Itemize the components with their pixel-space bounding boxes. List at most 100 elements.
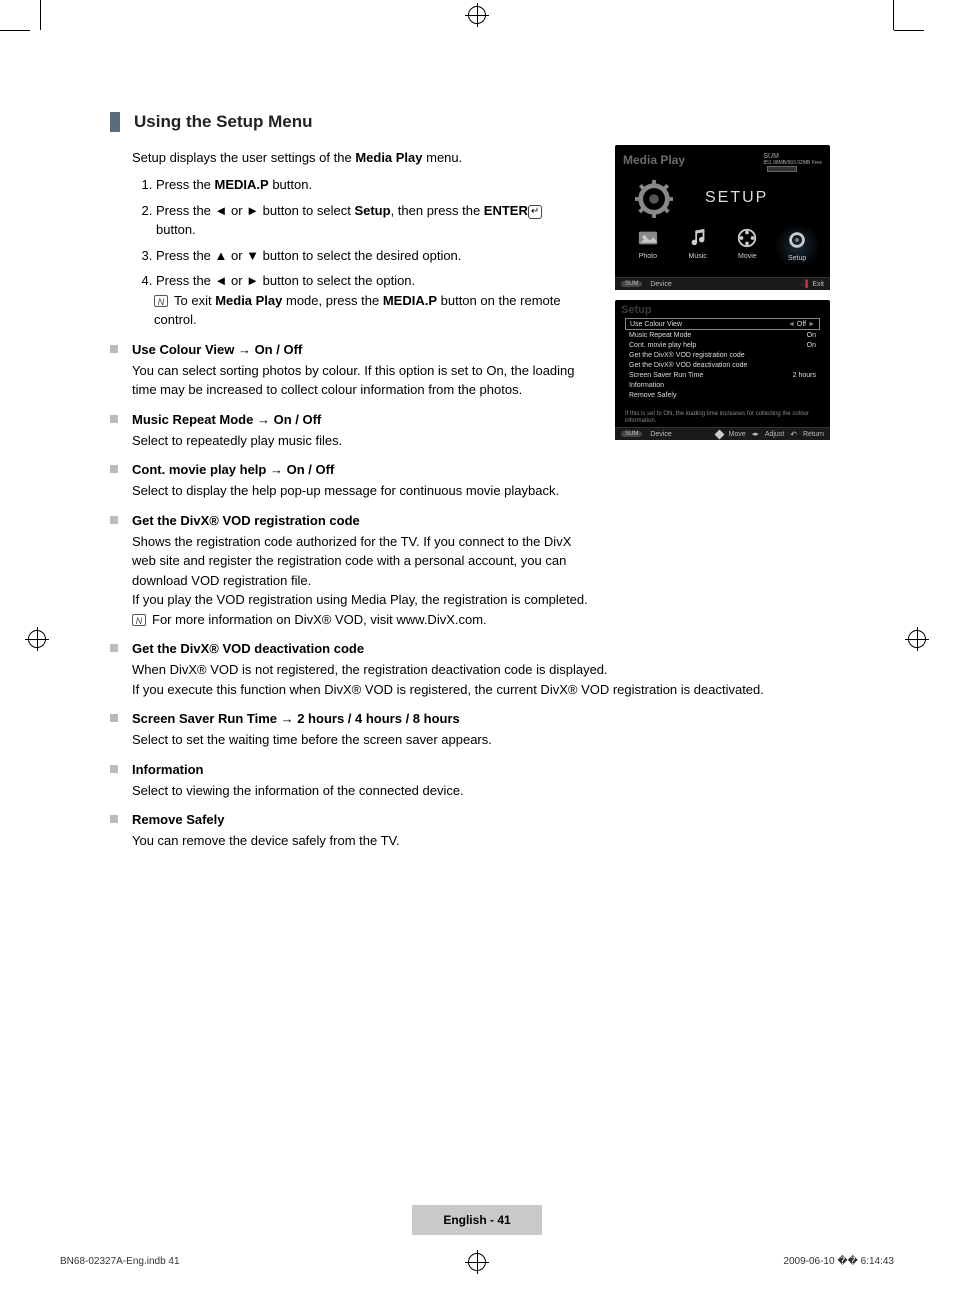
bottom-bar: SUM Device Move ◂▸Adjust ↶Return bbox=[615, 427, 830, 440]
mode-row: Photo Music Movie Setup bbox=[615, 227, 830, 264]
sum-pill: SUM bbox=[621, 431, 642, 437]
option-value: ◄ Off ► bbox=[788, 321, 815, 328]
gear-icon bbox=[635, 180, 673, 218]
text: mode, press the bbox=[282, 293, 382, 308]
storage-badge: SUM 851.98MB/993.02MB Free bbox=[763, 153, 822, 173]
crop-mark bbox=[894, 30, 924, 31]
text: Setup displays the user settings of the bbox=[132, 150, 355, 165]
mode-music: Music bbox=[676, 227, 720, 264]
registration-mark-icon bbox=[908, 630, 926, 648]
step-1: Press the MEDIA.P button. bbox=[156, 175, 575, 195]
enter-icon: ↵ bbox=[528, 205, 542, 219]
setup-item: Get the DivX® VOD registration codeShows… bbox=[110, 513, 870, 630]
option-label: Get the DivX® VOD registration code bbox=[629, 352, 745, 359]
note-icon: N bbox=[154, 295, 168, 307]
footer-right: 2009-06-10 �� 6:14:43 bbox=[783, 1256, 894, 1267]
exit-label: Exit bbox=[812, 281, 824, 288]
return-label: Return bbox=[803, 431, 824, 438]
text-bold: Media Play bbox=[215, 293, 282, 308]
sum-pill: SUM bbox=[621, 281, 642, 287]
music-icon bbox=[687, 227, 709, 249]
item-text: Select to display the help pop-up messag… bbox=[132, 481, 870, 501]
setup-watermark: Setup bbox=[621, 304, 652, 316]
media-play-screenshot: Media Play SUM 851.98MB/993.02MB Free SE… bbox=[615, 145, 830, 290]
device-label: Device bbox=[650, 431, 671, 438]
option-label: Music Repeat Mode bbox=[629, 332, 691, 339]
text: Press the ◄ or ► button to select the op… bbox=[156, 273, 415, 288]
square-bullet-icon bbox=[110, 516, 118, 524]
option-value: On bbox=[807, 342, 816, 349]
option-label: Screen Saver Run Time bbox=[629, 372, 703, 379]
item-text: If you play the VOD registration using M… bbox=[132, 590, 592, 610]
item-title: Cont. movie play help → On / Off bbox=[132, 462, 870, 477]
photo-icon bbox=[637, 227, 659, 249]
item-title: Screen Saver Run Time → 2 hours / 4 hour… bbox=[132, 711, 870, 726]
item-title: Use Colour View → On / Off bbox=[132, 342, 592, 357]
option-row: Get the DivX® VOD deactivation code bbox=[625, 360, 820, 370]
option-label: Use Colour View bbox=[630, 321, 682, 328]
option-value: On bbox=[807, 332, 816, 339]
options-list: Use Colour View ◄ Off ► Music Repeat Mode O… bbox=[625, 318, 820, 400]
step-2: Press the ◄ or ► button to select Setup,… bbox=[156, 201, 575, 240]
section-title: Using the Setup Menu bbox=[110, 112, 870, 132]
setup-item: InformationSelect to viewing the informa… bbox=[110, 762, 870, 801]
text: To exit bbox=[174, 293, 215, 308]
text: menu. bbox=[423, 150, 463, 165]
item-text: Select to set the waiting time before th… bbox=[132, 730, 870, 750]
item-title: Get the DivX® VOD deactivation code bbox=[132, 641, 870, 656]
text-bold: MEDIA.P bbox=[383, 293, 437, 308]
move-icon bbox=[714, 429, 724, 439]
storage-free-label: 851.98MB/993.02MB Free bbox=[763, 160, 822, 166]
item-text: If you execute this function when DivX® … bbox=[132, 680, 870, 700]
sum-label: SUM bbox=[763, 153, 779, 160]
note-icon: N bbox=[132, 614, 146, 626]
mode-label: Music bbox=[688, 253, 706, 260]
mode-movie: Movie bbox=[725, 227, 769, 264]
option-row: Information bbox=[625, 380, 820, 390]
option-label: Remove Safely bbox=[629, 392, 676, 399]
adjust-label: Adjust bbox=[765, 431, 784, 438]
setup-item: Get the DivX® VOD deactivation codeWhen … bbox=[110, 641, 870, 699]
setup-menu-screenshot: Setup Use Colour View ◄ Off ► Music Repeat… bbox=[615, 300, 830, 440]
option-label: Information bbox=[629, 382, 664, 389]
crop-mark bbox=[40, 0, 41, 30]
setup-heading: SETUP bbox=[705, 189, 768, 207]
text: button. bbox=[269, 177, 312, 192]
text: button. bbox=[156, 222, 196, 237]
text-bold: Setup bbox=[354, 203, 390, 218]
item-title: Remove Safely bbox=[132, 812, 870, 827]
step-3: Press the ▲ or ▼ button to select the de… bbox=[156, 246, 575, 266]
text-bold: Media Play bbox=[355, 150, 422, 165]
option-row: Screen Saver Run Time2 hours bbox=[625, 370, 820, 380]
mode-setup: Setup bbox=[775, 227, 819, 264]
note-line: N To exit Media Play mode, press the MEDI… bbox=[154, 291, 575, 330]
option-label: Cont. movie play help bbox=[629, 342, 696, 349]
media-play-title: Media Play bbox=[623, 153, 685, 167]
device-label: Device bbox=[650, 281, 671, 288]
setup-item: Cont. movie play help → On / Off Select t… bbox=[110, 462, 870, 501]
option-note: If this is set to ON, the loading time i… bbox=[625, 411, 820, 425]
storage-bar-icon bbox=[767, 166, 797, 172]
movie-icon bbox=[736, 227, 758, 249]
option-label: Get the DivX® VOD deactivation code bbox=[629, 362, 747, 369]
item-text: Select to viewing the information of the… bbox=[132, 781, 870, 801]
step-4: Press the ◄ or ► button to select the op… bbox=[156, 271, 575, 330]
square-bullet-icon bbox=[110, 465, 118, 473]
mode-label: Photo bbox=[639, 253, 657, 260]
square-bullet-icon bbox=[110, 714, 118, 722]
crop-mark bbox=[0, 30, 30, 31]
square-bullet-icon bbox=[110, 815, 118, 823]
page-number: English - 41 bbox=[412, 1205, 542, 1235]
gear-small-icon bbox=[786, 229, 808, 251]
item-title: Get the DivX® VOD registration code bbox=[132, 513, 592, 528]
item-note: NFor more information on DivX® VOD, visi… bbox=[132, 610, 592, 630]
square-bullet-icon bbox=[110, 345, 118, 353]
option-row: Remove Safely bbox=[625, 390, 820, 400]
text-bold: ENTER bbox=[484, 203, 528, 218]
crop-mark bbox=[893, 0, 894, 30]
option-row: Music Repeat Mode On bbox=[625, 330, 820, 340]
steps-list: Press the MEDIA.P button. Press the ◄ or… bbox=[132, 175, 575, 330]
text: Press the ◄ or ► button to select bbox=[156, 203, 354, 218]
option-row: Cont. movie play help On bbox=[625, 340, 820, 350]
item-text: You can select sorting photos by colour.… bbox=[132, 361, 592, 400]
